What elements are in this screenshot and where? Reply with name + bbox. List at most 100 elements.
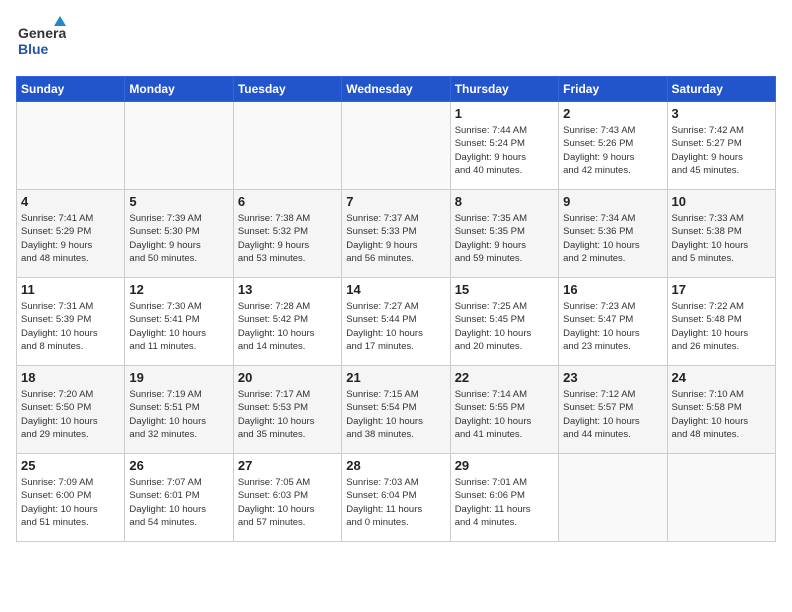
logo-icon: General Blue: [16, 16, 66, 66]
day-number: 23: [563, 370, 662, 385]
day-number: 24: [672, 370, 771, 385]
day-number: 10: [672, 194, 771, 209]
calendar-cell: 28 Sunrise: 7:03 AM Sunset: 6:04 PM Dayli…: [342, 454, 450, 542]
calendar-cell: 7 Sunrise: 7:37 AM Sunset: 5:33 PM Daylig…: [342, 190, 450, 278]
day-info: Sunrise: 7:43 AM Sunset: 5:26 PM Dayligh…: [563, 124, 662, 177]
calendar-cell: [559, 454, 667, 542]
day-number: 1: [455, 106, 554, 121]
day-info: Sunrise: 7:10 AM Sunset: 5:58 PM Dayligh…: [672, 388, 771, 441]
calendar-cell: [17, 102, 125, 190]
day-info: Sunrise: 7:17 AM Sunset: 5:53 PM Dayligh…: [238, 388, 337, 441]
day-number: 25: [21, 458, 120, 473]
day-info: Sunrise: 7:07 AM Sunset: 6:01 PM Dayligh…: [129, 476, 228, 529]
calendar-cell: 21 Sunrise: 7:15 AM Sunset: 5:54 PM Dayli…: [342, 366, 450, 454]
day-info: Sunrise: 7:33 AM Sunset: 5:38 PM Dayligh…: [672, 212, 771, 265]
calendar-cell: 16 Sunrise: 7:23 AM Sunset: 5:47 PM Dayli…: [559, 278, 667, 366]
day-number: 5: [129, 194, 228, 209]
calendar-cell: 13 Sunrise: 7:28 AM Sunset: 5:42 PM Dayli…: [233, 278, 341, 366]
day-number: 4: [21, 194, 120, 209]
calendar-week-4: 25 Sunrise: 7:09 AM Sunset: 6:00 PM Dayli…: [17, 454, 776, 542]
calendar-cell: 9 Sunrise: 7:34 AM Sunset: 5:36 PM Daylig…: [559, 190, 667, 278]
day-info: Sunrise: 7:41 AM Sunset: 5:29 PM Dayligh…: [21, 212, 120, 265]
day-info: Sunrise: 7:30 AM Sunset: 5:41 PM Dayligh…: [129, 300, 228, 353]
calendar-cell: 4 Sunrise: 7:41 AM Sunset: 5:29 PM Daylig…: [17, 190, 125, 278]
calendar-cell: 1 Sunrise: 7:44 AM Sunset: 5:24 PM Daylig…: [450, 102, 558, 190]
day-number: 28: [346, 458, 445, 473]
day-number: 26: [129, 458, 228, 473]
calendar-cell: [233, 102, 341, 190]
day-number: 2: [563, 106, 662, 121]
calendar-table: SundayMondayTuesdayWednesdayThursdayFrid…: [16, 76, 776, 542]
calendar-week-1: 4 Sunrise: 7:41 AM Sunset: 5:29 PM Daylig…: [17, 190, 776, 278]
calendar-cell: 2 Sunrise: 7:43 AM Sunset: 5:26 PM Daylig…: [559, 102, 667, 190]
day-number: 12: [129, 282, 228, 297]
day-number: 7: [346, 194, 445, 209]
day-info: Sunrise: 7:27 AM Sunset: 5:44 PM Dayligh…: [346, 300, 445, 353]
logo: General Blue: [16, 16, 66, 66]
day-info: Sunrise: 7:39 AM Sunset: 5:30 PM Dayligh…: [129, 212, 228, 265]
calendar-cell: [667, 454, 775, 542]
header-sunday: Sunday: [17, 77, 125, 102]
calendar-cell: 20Sunrise: 7:17 AM Sunset: 5:53 PM Dayli…: [233, 366, 341, 454]
calendar-cell: 23 Sunrise: 7:12 AM Sunset: 5:57 PM Dayli…: [559, 366, 667, 454]
day-info: Sunrise: 7:03 AM Sunset: 6:04 PM Dayligh…: [346, 476, 445, 529]
calendar-cell: 18Sunrise: 7:20 AM Sunset: 5:50 PM Dayli…: [17, 366, 125, 454]
calendar-cell: 12 Sunrise: 7:30 AM Sunset: 5:41 PM Dayli…: [125, 278, 233, 366]
day-info: Sunrise: 7:23 AM Sunset: 5:47 PM Dayligh…: [563, 300, 662, 353]
day-info: Sunrise: 7:20 AM Sunset: 5:50 PM Dayligh…: [21, 388, 120, 441]
day-info: Sunrise: 7:05 AM Sunset: 6:03 PM Dayligh…: [238, 476, 337, 529]
day-info: Sunrise: 7:01 AM Sunset: 6:06 PM Dayligh…: [455, 476, 554, 529]
calendar-cell: 19 Sunrise: 7:19 AM Sunset: 5:51 PM Dayli…: [125, 366, 233, 454]
calendar-cell: [125, 102, 233, 190]
calendar-cell: 8 Sunrise: 7:35 AM Sunset: 5:35 PM Daylig…: [450, 190, 558, 278]
calendar-cell: 25 Sunrise: 7:09 AM Sunset: 6:00 PM Dayli…: [17, 454, 125, 542]
calendar-header-row: SundayMondayTuesdayWednesdayThursdayFrid…: [17, 77, 776, 102]
day-info: Sunrise: 7:22 AM Sunset: 5:48 PM Dayligh…: [672, 300, 771, 353]
day-info: Sunrise: 7:35 AM Sunset: 5:35 PM Dayligh…: [455, 212, 554, 265]
header-monday: Monday: [125, 77, 233, 102]
calendar-cell: 6Sunrise: 7:38 AM Sunset: 5:32 PM Daylig…: [233, 190, 341, 278]
day-info: Sunrise: 7:09 AM Sunset: 6:00 PM Dayligh…: [21, 476, 120, 529]
day-info: Sunrise: 7:19 AM Sunset: 5:51 PM Dayligh…: [129, 388, 228, 441]
header-friday: Friday: [559, 77, 667, 102]
calendar-cell: 27Sunrise: 7:05 AM Sunset: 6:03 PM Dayli…: [233, 454, 341, 542]
day-info: Sunrise: 7:14 AM Sunset: 5:55 PM Dayligh…: [455, 388, 554, 441]
calendar-week-3: 18Sunrise: 7:20 AM Sunset: 5:50 PM Dayli…: [17, 366, 776, 454]
calendar-cell: 26 Sunrise: 7:07 AM Sunset: 6:01 PM Dayli…: [125, 454, 233, 542]
day-number: 21: [346, 370, 445, 385]
day-number: 11: [21, 282, 120, 297]
day-number: 17: [672, 282, 771, 297]
day-number: 9: [563, 194, 662, 209]
calendar-cell: 15Sunrise: 7:25 AM Sunset: 5:45 PM Dayli…: [450, 278, 558, 366]
calendar-cell: 10 Sunrise: 7:33 AM Sunset: 5:38 PM Dayli…: [667, 190, 775, 278]
calendar-cell: 5 Sunrise: 7:39 AM Sunset: 5:30 PM Daylig…: [125, 190, 233, 278]
day-info: Sunrise: 7:12 AM Sunset: 5:57 PM Dayligh…: [563, 388, 662, 441]
calendar-cell: 24 Sunrise: 7:10 AM Sunset: 5:58 PM Dayli…: [667, 366, 775, 454]
day-number: 29: [455, 458, 554, 473]
calendar-cell: 11 Sunrise: 7:31 AM Sunset: 5:39 PM Dayli…: [17, 278, 125, 366]
header: General Blue: [16, 16, 776, 66]
header-tuesday: Tuesday: [233, 77, 341, 102]
day-info: Sunrise: 7:34 AM Sunset: 5:36 PM Dayligh…: [563, 212, 662, 265]
header-saturday: Saturday: [667, 77, 775, 102]
calendar-cell: [342, 102, 450, 190]
day-number: 3: [672, 106, 771, 121]
day-number: 22: [455, 370, 554, 385]
day-info: Sunrise: 7:28 AM Sunset: 5:42 PM Dayligh…: [238, 300, 337, 353]
day-info: Sunrise: 7:38 AM Sunset: 5:32 PM Dayligh…: [238, 212, 337, 265]
day-number: 19: [129, 370, 228, 385]
calendar-week-0: 1 Sunrise: 7:44 AM Sunset: 5:24 PM Daylig…: [17, 102, 776, 190]
day-info: Sunrise: 7:37 AM Sunset: 5:33 PM Dayligh…: [346, 212, 445, 265]
day-number: 14: [346, 282, 445, 297]
day-info: Sunrise: 7:31 AM Sunset: 5:39 PM Dayligh…: [21, 300, 120, 353]
calendar-cell: 14 Sunrise: 7:27 AM Sunset: 5:44 PM Dayli…: [342, 278, 450, 366]
day-info: Sunrise: 7:44 AM Sunset: 5:24 PM Dayligh…: [455, 124, 554, 177]
header-wednesday: Wednesday: [342, 77, 450, 102]
day-number: 8: [455, 194, 554, 209]
day-number: 16: [563, 282, 662, 297]
day-info: Sunrise: 7:15 AM Sunset: 5:54 PM Dayligh…: [346, 388, 445, 441]
header-thursday: Thursday: [450, 77, 558, 102]
day-number: 13: [238, 282, 337, 297]
calendar-cell: 3Sunrise: 7:42 AM Sunset: 5:27 PM Daylig…: [667, 102, 775, 190]
calendar-cell: 29 Sunrise: 7:01 AM Sunset: 6:06 PM Dayli…: [450, 454, 558, 542]
